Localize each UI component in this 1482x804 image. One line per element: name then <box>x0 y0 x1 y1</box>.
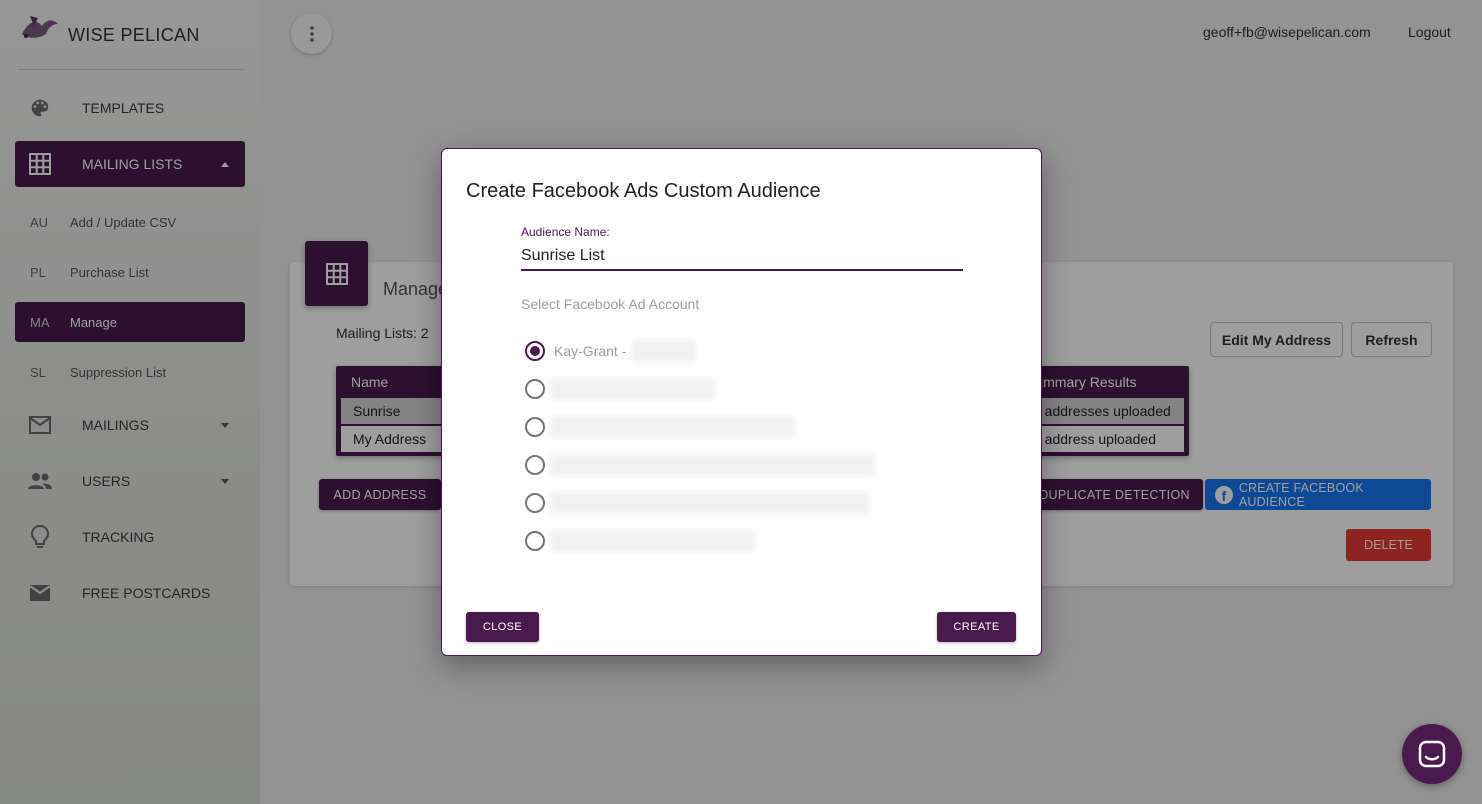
chat-icon <box>1418 740 1446 768</box>
ad-account-option[interactable] <box>525 488 905 518</box>
ad-account-option[interactable] <box>525 450 905 480</box>
radio-unchecked-icon[interactable] <box>525 493 545 513</box>
audience-name-label: Audience Name: <box>521 225 610 239</box>
radio-checked-icon[interactable] <box>525 341 545 361</box>
redacted-text <box>550 416 795 438</box>
close-button[interactable]: CLOSE <box>466 612 539 642</box>
radio-unchecked-icon[interactable] <box>525 379 545 399</box>
redacted-text <box>550 454 875 476</box>
radio-unchecked-icon[interactable] <box>525 455 545 475</box>
ad-account-label: Kay-Grant - <box>554 343 627 359</box>
radio-unchecked-icon[interactable] <box>525 417 545 437</box>
ad-account-option[interactable] <box>525 526 905 556</box>
ad-account-option[interactable] <box>525 374 905 404</box>
create-audience-dialog: Create Facebook Ads Custom Audience Audi… <box>441 148 1042 656</box>
chat-launcher-button[interactable] <box>1402 724 1462 784</box>
redacted-text <box>550 378 715 400</box>
create-button[interactable]: CREATE <box>937 612 1016 642</box>
select-account-label: Select Facebook Ad Account <box>521 296 700 312</box>
ad-account-option[interactable] <box>525 412 905 442</box>
redacted-text <box>632 340 697 362</box>
audience-name-input[interactable] <box>521 243 963 271</box>
ad-account-option[interactable]: Kay-Grant - <box>525 336 905 366</box>
redacted-text <box>550 530 755 552</box>
dialog-title: Create Facebook Ads Custom Audience <box>466 180 821 202</box>
radio-unchecked-icon[interactable] <box>525 531 545 551</box>
redacted-text <box>550 492 870 514</box>
